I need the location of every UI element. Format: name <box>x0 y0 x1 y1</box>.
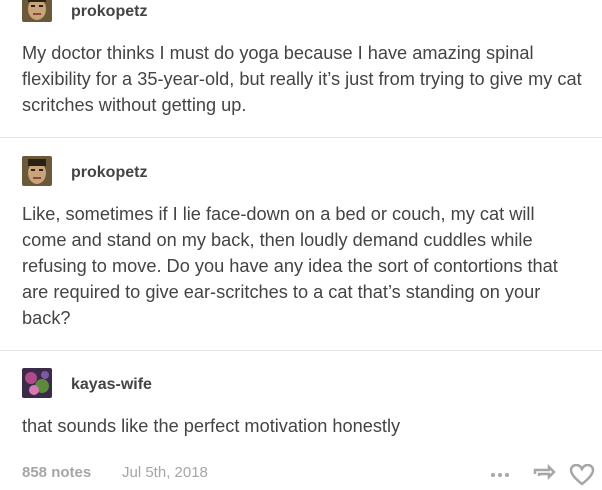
avatar[interactable] <box>22 368 52 398</box>
divider <box>0 137 602 138</box>
notes-count[interactable]: 858 notes <box>22 464 91 481</box>
post-username[interactable]: prokopetz <box>71 3 147 21</box>
post-username[interactable]: prokopetz <box>71 164 147 182</box>
post-text: that sounds like the perfect motivation … <box>22 416 401 436</box>
post-text: My doctor thinks I must do yoga because … <box>22 43 582 115</box>
more-icon[interactable] <box>490 465 510 483</box>
reblog-icon[interactable] <box>532 463 556 488</box>
divider <box>0 350 602 351</box>
avatar[interactable] <box>22 156 52 186</box>
avatar[interactable] <box>22 0 52 22</box>
post-date[interactable]: Jul 5th, 2018 <box>122 464 208 481</box>
post-username[interactable]: kayas-wife <box>71 376 152 394</box>
like-icon[interactable] <box>569 463 595 490</box>
post-text: Like, sometimes if I lie face-down on a … <box>22 204 558 328</box>
post-footer: 858 notes Jul 5th, 2018 <box>22 463 602 486</box>
